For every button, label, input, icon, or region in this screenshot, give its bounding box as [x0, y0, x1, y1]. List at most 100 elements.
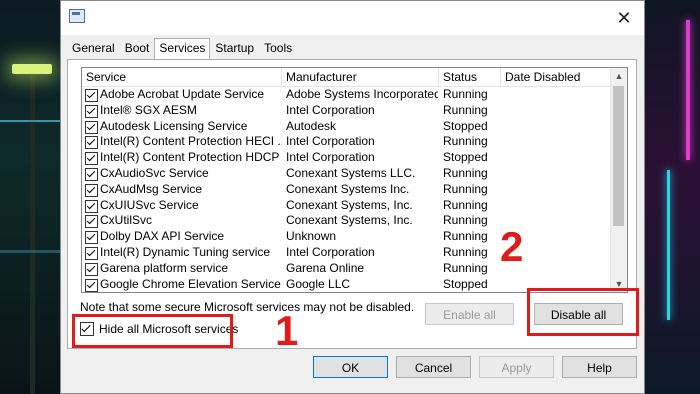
close-button[interactable]: ✕ — [612, 7, 636, 29]
service-name: Autodesk Licensing Service — [100, 118, 248, 133]
column-status[interactable]: Status — [439, 68, 501, 86]
service-status: Running — [443, 244, 488, 259]
service-checkbox[interactable] — [85, 152, 98, 166]
service-status: Running — [443, 181, 488, 196]
tab-general[interactable]: General — [67, 38, 120, 59]
secure-services-note: Note that some secure Microsoft services… — [80, 300, 415, 314]
service-status: Running — [443, 102, 488, 117]
callout-number-1: 1 — [275, 307, 299, 354]
service-manufacturer: Unknown — [286, 229, 337, 244]
service-checkbox[interactable] — [85, 231, 98, 245]
service-manufacturer: Adobe Systems Incorporated — [286, 87, 438, 101]
title-bar: ✕ — [61, 1, 644, 35]
service-status: Stopped — [443, 118, 488, 133]
service-row[interactable]: Intel(R) Content Protection HECI ... Inte… — [82, 134, 612, 150]
tab-strip: General Boot Services Startup Tools — [67, 38, 297, 60]
services-rows: Adobe Acrobat Update Service Adobe System… — [82, 87, 612, 292]
service-manufacturer: Conexant Systems Inc. — [286, 181, 410, 196]
services-list: Service Manufacturer Status Date Disable… — [81, 67, 628, 293]
service-name: CxUtilSvc — [100, 213, 153, 228]
service-manufacturer: Conexant Systems, Inc. — [286, 213, 413, 228]
scroll-up-icon[interactable]: ▲ — [611, 68, 627, 84]
highlight-hide-services — [72, 314, 233, 348]
service-name: Intel® SGX AESM — [100, 102, 197, 117]
service-manufacturer: Google LLC — [286, 276, 351, 291]
service-row[interactable]: CxUtilSvc Conexant Systems, Inc. Running — [82, 213, 612, 229]
tab-services[interactable]: Services — [154, 38, 211, 60]
highlight-disable-all — [527, 288, 639, 336]
tab-startup[interactable]: Startup — [210, 38, 259, 59]
enable-all-button[interactable]: Enable all — [425, 303, 514, 325]
column-date-disabled[interactable]: Date Disabled — [501, 68, 612, 86]
service-checkbox[interactable] — [85, 167, 98, 181]
tab-boot[interactable]: Boot — [120, 38, 155, 59]
tab-tools[interactable]: Tools — [259, 38, 297, 59]
service-status: Running — [443, 134, 488, 149]
apply-button[interactable]: Apply — [479, 356, 554, 378]
column-manufacturer[interactable]: Manufacturer — [282, 68, 439, 86]
service-row[interactable]: Garena platform service Garena Online Runn… — [82, 261, 612, 277]
service-row[interactable]: Intel(R) Dynamic Tuning service Intel Cor… — [82, 245, 612, 261]
service-checkbox[interactable] — [85, 199, 98, 213]
service-checkbox[interactable] — [85, 262, 98, 276]
lamp-pole — [30, 74, 35, 394]
service-status: Running — [443, 229, 488, 244]
service-checkbox[interactable] — [85, 183, 98, 197]
list-header: Service Manufacturer Status Date Disable… — [82, 68, 612, 87]
neon-streak — [0, 120, 60, 122]
lamp-light — [12, 64, 52, 74]
cancel-button[interactable]: Cancel — [396, 356, 471, 378]
service-status: Running — [443, 260, 488, 275]
neon-light — [667, 170, 670, 320]
service-manufacturer: Intel Corporation — [286, 150, 375, 165]
service-manufacturer: Intel Corporation — [286, 102, 375, 117]
service-name: CxUIUSvc Service — [100, 197, 199, 212]
column-service[interactable]: Service — [82, 68, 282, 86]
service-manufacturer: Intel Corporation — [286, 134, 375, 149]
service-name: Google Chrome Elevation Service ... — [100, 276, 282, 291]
service-checkbox[interactable] — [85, 104, 98, 118]
service-status: Running — [443, 197, 488, 212]
service-manufacturer: Garena Online — [286, 260, 365, 275]
service-checkbox[interactable] — [85, 136, 98, 150]
service-manufacturer: Conexant Systems LLC. — [286, 165, 416, 180]
service-status: Stopped — [443, 276, 488, 291]
neon-streak — [0, 250, 60, 253]
ok-button[interactable]: OK — [313, 356, 388, 378]
neon-light — [686, 20, 690, 160]
wallpaper-left — [0, 0, 62, 394]
service-row[interactable]: CxUIUSvc Service Conexant Systems, Inc. Ru… — [82, 198, 612, 214]
service-manufacturer: Conexant Systems, Inc. — [286, 197, 413, 212]
service-status: Running — [443, 87, 488, 101]
service-status: Stopped — [443, 150, 488, 165]
service-row[interactable]: CxAudioSvc Service Conexant Systems LLC. R… — [82, 166, 612, 182]
service-row[interactable]: Adobe Acrobat Update Service Adobe System… — [82, 87, 612, 103]
callout-number-2: 2 — [500, 223, 524, 270]
service-manufacturer: Autodesk — [286, 118, 337, 133]
service-status: Running — [443, 213, 488, 228]
service-row[interactable]: Intel(R) Content Protection HDCP ... Inte… — [82, 150, 612, 166]
service-name: CxAudMsg Service — [100, 181, 203, 196]
service-name: Intel(R) Content Protection HECI ... — [100, 134, 282, 149]
service-checkbox[interactable] — [85, 120, 98, 134]
vertical-scrollbar[interactable]: ▲ ▼ — [610, 68, 627, 292]
service-manufacturer: Intel Corporation — [286, 244, 375, 259]
service-name: Garena platform service — [100, 260, 229, 275]
service-checkbox[interactable] — [85, 278, 98, 292]
service-row[interactable]: Dolby DAX API Service Unknown Running — [82, 229, 612, 245]
service-checkbox[interactable] — [85, 246, 98, 260]
wallpaper-right — [644, 0, 700, 394]
service-name: Intel(R) Dynamic Tuning service — [100, 244, 271, 259]
service-name: Adobe Acrobat Update Service — [100, 87, 265, 101]
service-row[interactable]: Autodesk Licensing Service Autodesk Stoppe… — [82, 119, 612, 135]
msconfig-icon — [69, 9, 85, 23]
service-row[interactable]: CxAudMsg Service Conexant Systems Inc. Run… — [82, 182, 612, 198]
service-name: CxAudioSvc Service — [100, 165, 209, 180]
service-name: Intel(R) Content Protection HDCP ... — [100, 150, 282, 165]
service-status: Running — [443, 165, 488, 180]
service-checkbox[interactable] — [85, 215, 98, 229]
scroll-thumb[interactable] — [613, 86, 624, 226]
service-checkbox[interactable] — [85, 89, 98, 102]
service-row[interactable]: Intel® SGX AESM Intel Corporation Running — [82, 103, 612, 119]
help-button[interactable]: Help — [562, 356, 637, 378]
